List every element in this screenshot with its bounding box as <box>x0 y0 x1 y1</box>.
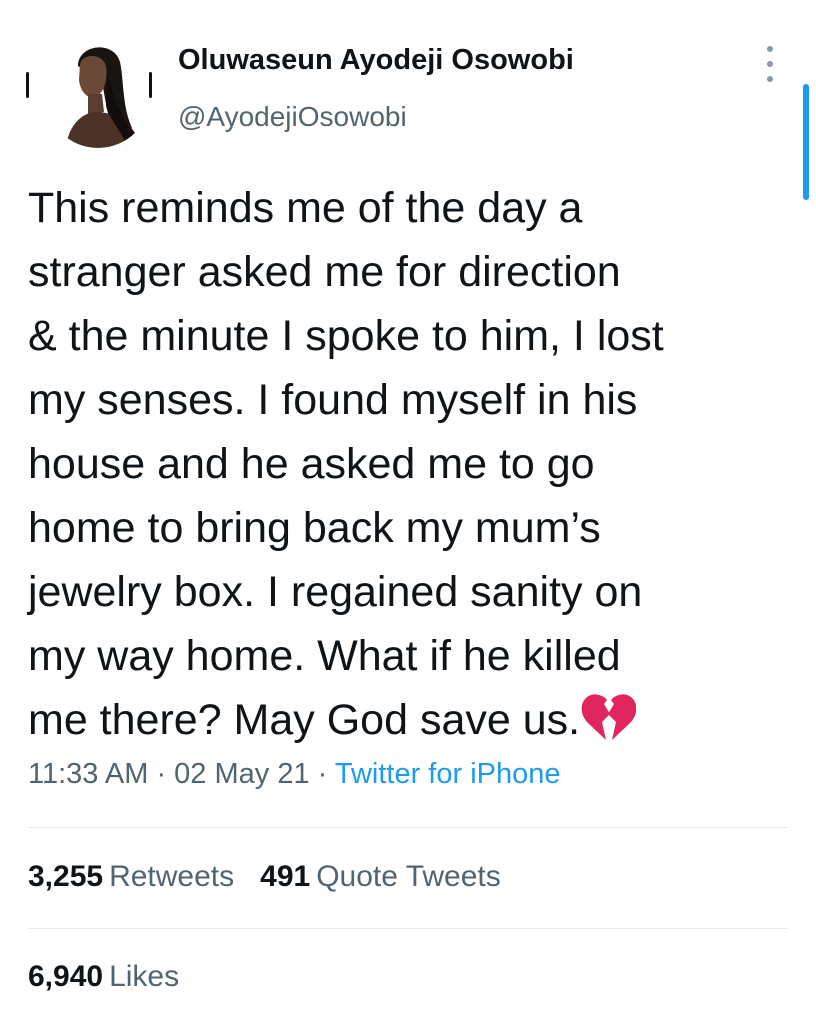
retweets-stat[interactable]: 3,255 Retweets <box>28 860 234 894</box>
retweets-count: 3,255 <box>28 860 104 893</box>
tweet-detail: Oluwaseun Ayodeji Osowobi @AyodejiOsowob… <box>0 0 816 1024</box>
likes-label: Likes <box>109 960 180 993</box>
engagement-stats: 3,255 Retweets 491 Quote Tweets <box>28 860 527 894</box>
avatar-bracket-left <box>26 72 29 98</box>
avatar-bracket-right <box>149 72 152 98</box>
tweet-text-line: house and he asked me to go <box>28 440 595 488</box>
tweet-text-last-line: me there? May God save us. <box>28 688 788 752</box>
quote-tweets-stat[interactable]: 491 Quote Tweets <box>260 860 501 894</box>
scrollbar-thumb[interactable] <box>803 84 809 200</box>
likes-stats: 6,940 Likes <box>28 960 205 994</box>
tweet-text-line: & the minute I spoke to him, I lost <box>28 312 664 360</box>
quote-tweets-label: Quote Tweets <box>316 860 501 893</box>
tweet-text-line: jewelry box. I regained sanity on <box>28 568 643 616</box>
tweet-text-line: my senses. I found myself in his <box>28 376 638 424</box>
quote-tweets-count: 491 <box>260 860 311 893</box>
likes-stat[interactable]: 6,940 Likes <box>28 960 179 994</box>
tweet-source-link[interactable]: Twitter for iPhone <box>335 758 561 790</box>
meta-separator: · <box>309 758 335 790</box>
tweet-text: This reminds me of the day a stranger as… <box>28 176 788 752</box>
more-dot-icon <box>767 46 773 52</box>
divider <box>28 928 788 929</box>
meta-separator: · <box>148 758 175 790</box>
tweet-text-line: me there? May God save us. <box>28 696 581 744</box>
tweet-text-line: This reminds me of the day a <box>28 184 583 232</box>
tweet-date[interactable]: 02 May 21 <box>174 758 309 790</box>
more-options-button[interactable] <box>758 46 782 82</box>
profile-photo <box>44 36 152 148</box>
author-handle[interactable]: @AyodejiOsowobi <box>178 101 407 133</box>
author-display-name[interactable]: Oluwaseun Ayodeji Osowobi <box>178 44 574 77</box>
tweet-time[interactable]: 11:33 AM <box>28 758 148 790</box>
retweets-label: Retweets <box>109 860 235 893</box>
tweet-text-line: stranger asked me for direction <box>28 248 621 296</box>
tweet-meta: 11:33 AM · 02 May 21 · Twitter for iPhon… <box>28 758 561 791</box>
likes-count: 6,940 <box>28 960 104 993</box>
tweet-text-line: my way home. What if he killed <box>28 632 621 680</box>
tweet-text-line: home to bring back my mum’s <box>28 504 601 552</box>
divider <box>28 827 788 828</box>
more-dot-icon <box>767 76 773 82</box>
more-dot-icon <box>767 61 773 67</box>
broken-heart-icon <box>581 694 637 740</box>
avatar-container[interactable] <box>26 36 152 154</box>
avatar[interactable] <box>44 36 152 148</box>
